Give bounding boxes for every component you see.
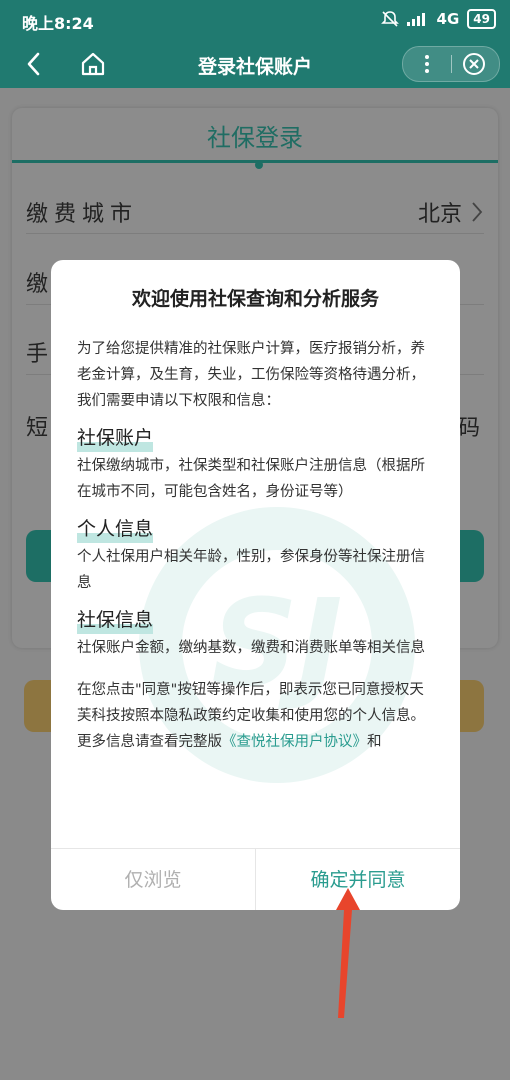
intro-text: 为了给您提供精准的社保账户计算，医疗报销分析，养老金计算，及生育，失业，工伤保险… <box>77 341 425 409</box>
status-time: 晚上8:24 <box>22 14 94 33</box>
divider <box>26 233 484 234</box>
row-label-type: 缴 <box>26 272 55 297</box>
privacy-dialog: SJ 欢迎使用社保查询和分析服务 为了给您提供精准的社保账户计算，医疗报销分析，… <box>51 260 460 910</box>
user-agreement-link[interactable]: 《查悦社保用户协议》 <box>222 734 367 750</box>
row-label-phone: 手 <box>26 342 55 367</box>
section-title: 社保信息 <box>77 606 154 634</box>
section-text: 社保缴纳城市，社保类型和社保账户注册信息（根据所在城市不同，可能包含姓名，身份证… <box>77 458 425 500</box>
browse-only-button[interactable]: 仅浏览 <box>51 849 256 910</box>
section-text: 个人社保用户相关年龄，性别，参保身份等社保注册信息 <box>77 549 425 591</box>
mini-program-capsule <box>402 46 500 82</box>
consent-text: 在您点击"同意"按钮等操作后，即表示您已同意授权天芙科技按照本隐私政策约定收集和… <box>77 682 425 724</box>
more-icon[interactable] <box>415 51 439 77</box>
section-text: 社保账户金额，缴纳基数，缴费和消费账单等相关信息 <box>77 640 425 656</box>
signal-icon <box>406 13 425 26</box>
more-info-suffix: 和 <box>367 734 382 750</box>
dialog-title: 欢迎使用社保查询和分析服务 <box>131 288 379 310</box>
capsule-divider <box>451 55 452 73</box>
battery-icon: 49 <box>467 9 496 29</box>
red-arrow-annotation-icon <box>336 888 360 1018</box>
row-value-city[interactable]: 北京 <box>418 196 462 228</box>
more-info-text: 更多信息请查看完整版《查悦社保用户协议》和 <box>77 729 433 755</box>
close-circle-icon[interactable] <box>461 51 487 77</box>
mute-bell-icon <box>380 11 399 27</box>
nav-bar: 登录社保账户 <box>0 40 510 88</box>
network-type: 4G <box>436 10 460 28</box>
dialog-body[interactable]: 为了给您提供精准的社保账户计算，医疗报销分析，养老金计算，及生育，失业，工伤保险… <box>77 336 433 848</box>
card-indicator-dot <box>255 161 263 169</box>
status-bar: 晚上8:24 4G 49 <box>0 0 510 40</box>
dialog-footer: 仅浏览 确定并同意 <box>51 848 460 910</box>
section-title: 个人信息 <box>77 515 154 543</box>
status-icons: 4G 49 <box>380 9 496 29</box>
row-label-sms: 短 <box>26 416 55 441</box>
row-label-city: 缴费城市 <box>26 202 139 227</box>
more-info-prefix: 更多信息请查看完整版 <box>77 734 222 750</box>
card-title: 社保登录 <box>207 124 303 152</box>
chevron-right-icon[interactable] <box>470 200 484 224</box>
section-title: 社保账户 <box>77 424 154 452</box>
row-value-sms: 码 <box>457 416 480 441</box>
